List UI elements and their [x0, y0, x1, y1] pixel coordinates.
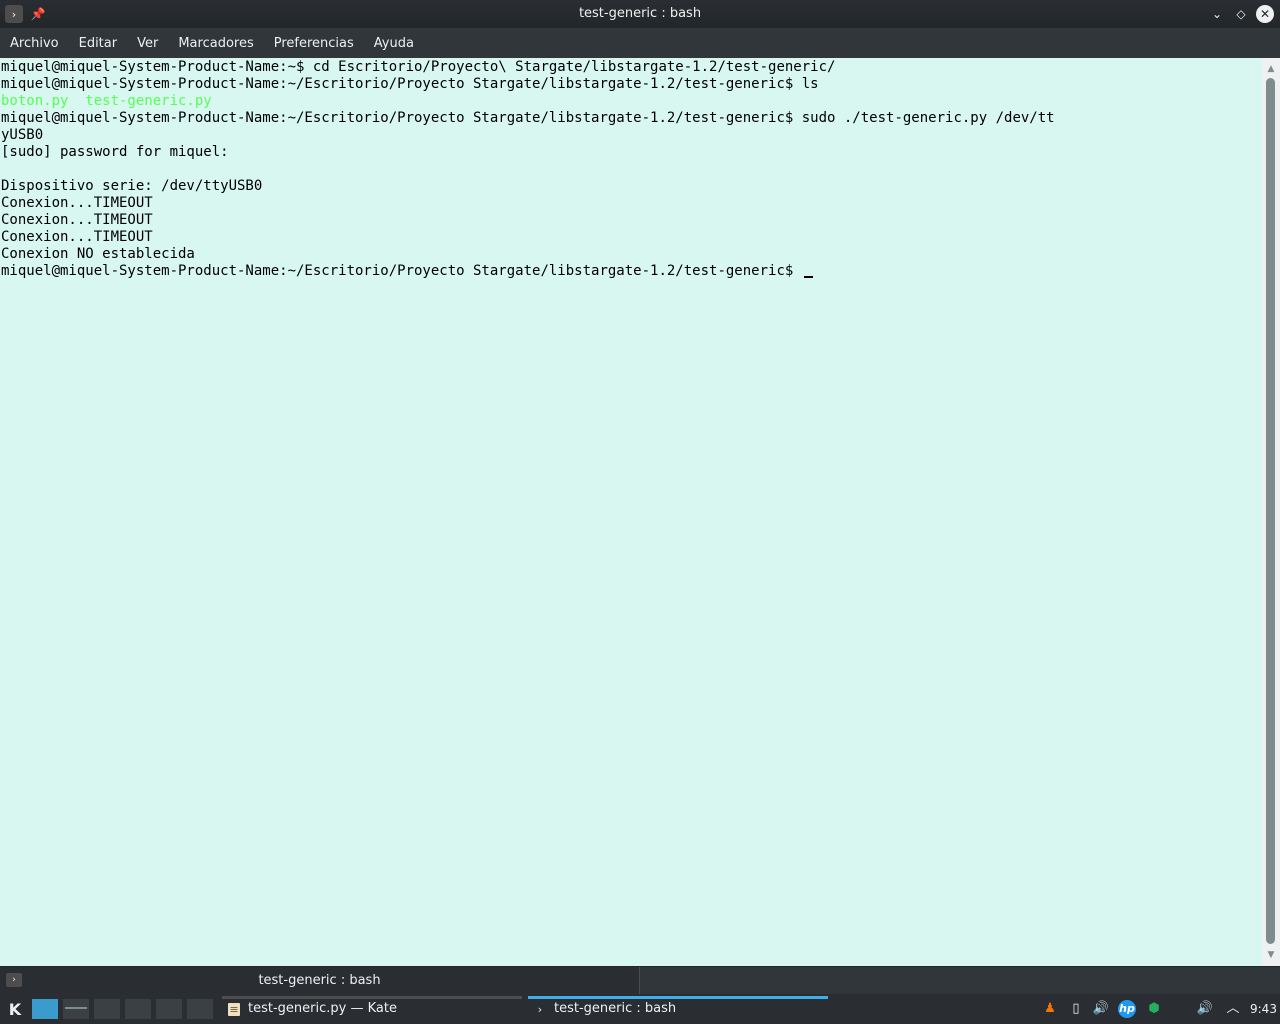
close-button[interactable]: ✕: [1256, 5, 1274, 23]
terminal-line: miquel@miquel-System-Product-Name:~$ cd …: [1, 59, 836, 75]
terminal-line: Dispositivo serie: /dev/ttyUSB0: [1, 178, 263, 194]
menu-editar[interactable]: Editar: [79, 36, 118, 51]
user-icon[interactable]: ♟: [1041, 1000, 1059, 1018]
audio-icon[interactable]: 🔊: [1092, 1000, 1110, 1018]
window-titlebar[interactable]: › 📌 test-generic : bash ⌄ ◇ ✕: [0, 0, 1280, 28]
terminal-output[interactable]: miquel@miquel-System-Product-Name:~$ cd …: [0, 58, 1262, 966]
task-label: test-generic.py — Kate: [248, 1001, 397, 1016]
terminal-icon: ›: [537, 1003, 543, 1016]
terminal-line: miquel@miquel-System-Product-Name:~/Escr…: [1, 76, 819, 92]
window-title: test-generic : bash: [578, 6, 702, 21]
scrollbar-thumb[interactable]: [1266, 78, 1275, 944]
pager-desktop-5[interactable]: [155, 998, 183, 1020]
menu-preferencias[interactable]: Preferencias: [274, 36, 354, 51]
tab-test-generic-bash[interactable]: › test-generic : bash: [0, 967, 640, 994]
task-kate[interactable]: ≡ test-generic.py — Kate: [222, 996, 522, 1022]
terminal-line: Conexion...TIMEOUT: [1, 195, 153, 211]
pager-desktop-2[interactable]: [62, 998, 90, 1020]
chevron-up-icon[interactable]: ▲: [1262, 62, 1280, 76]
task-terminal[interactable]: › test-generic : bash: [528, 996, 828, 1022]
menu-ayuda[interactable]: Ayuda: [374, 36, 414, 51]
terminal-scrollbar[interactable]: ▲ ▼: [1262, 58, 1280, 966]
task-label: test-generic : bash: [554, 1001, 677, 1016]
ls-output: boton.py test-generic.py: [1, 93, 212, 109]
chevron-up-icon[interactable]: ︿: [1224, 1000, 1242, 1018]
text-cursor: [803, 276, 813, 278]
pager-desktop-4[interactable]: [124, 998, 152, 1020]
chevron-down-icon[interactable]: ▼: [1262, 948, 1280, 962]
taskbar: K ≡ test-generic.py — Kate › test-generi…: [0, 994, 1280, 1024]
terminal-line: Conexion...TIMEOUT: [1, 212, 153, 228]
kde-launcher-icon[interactable]: K: [4, 999, 26, 1021]
terminal-prompt: miquel@miquel-System-Product-Name:~/Escr…: [1, 263, 802, 279]
menu-archivo[interactable]: Archivo: [10, 36, 59, 51]
kate-icon: ≡: [228, 1003, 240, 1016]
menu-marcadores[interactable]: Marcadores: [178, 36, 253, 51]
tab-bar: › test-generic : bash: [0, 966, 1280, 994]
terminal-line: miquel@miquel-System-Product-Name:~/Escr…: [1, 110, 1055, 126]
terminal-line: [sudo] password for miquel:: [1, 144, 229, 160]
clock[interactable]: 9:43: [1250, 994, 1277, 1024]
minimize-button[interactable]: ⌄: [1208, 5, 1226, 23]
terminal-line: Conexion NO establecida: [1, 246, 195, 262]
device-icon[interactable]: ▯: [1067, 1000, 1085, 1018]
hp-icon[interactable]: hp: [1118, 1000, 1136, 1018]
terminal-line: yUSB0: [1, 127, 44, 143]
tab-label: test-generic : bash: [258, 973, 381, 988]
pager-desktop-3[interactable]: [93, 998, 121, 1020]
pager-desktop-6[interactable]: [186, 998, 214, 1020]
terminal-line: Conexion...TIMEOUT: [1, 229, 153, 245]
volume-icon[interactable]: 🔊: [1196, 1000, 1214, 1018]
maximize-button[interactable]: ◇: [1232, 5, 1250, 23]
menu-ver[interactable]: Ver: [137, 36, 158, 51]
updates-icon[interactable]: ⬢: [1145, 1000, 1163, 1018]
terminal-prompt-line: miquel@miquel-System-Product-Name:~/Escr…: [1, 263, 1262, 280]
pager-desktop-1[interactable]: [31, 998, 59, 1020]
menu-bar: Archivo Editar Ver Marcadores Preferenci…: [0, 28, 1280, 58]
